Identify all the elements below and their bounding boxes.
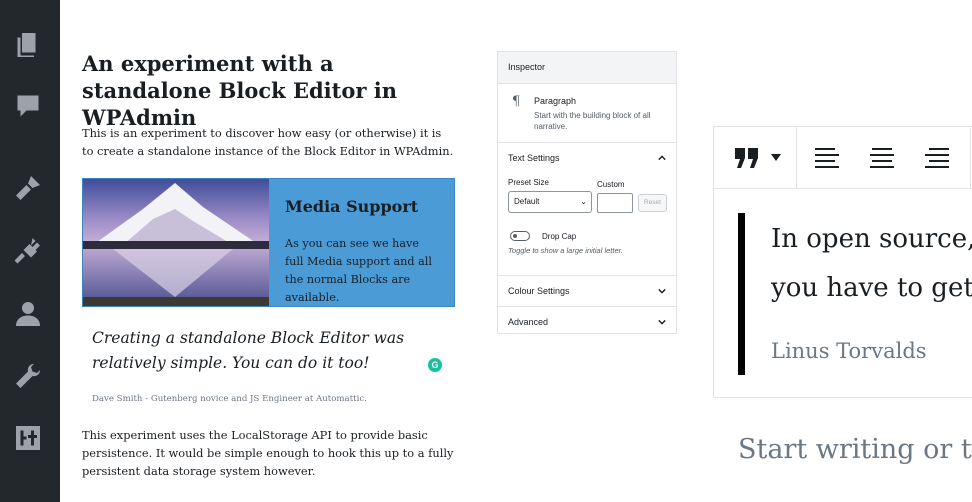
block-toolbar (714, 127, 972, 189)
comments-icon[interactable] (11, 89, 45, 123)
media-paragraph[interactable]: As you can see we have full Media suppor… (285, 235, 437, 307)
text-settings-toggle[interactable]: Text Settings (508, 153, 560, 163)
settings-icon[interactable] (11, 421, 45, 455)
intro-paragraph[interactable]: This is an experiment to discover how ea… (82, 124, 454, 160)
align-right-icon (925, 148, 949, 168)
align-right-button[interactable] (924, 143, 950, 173)
grammarly-icon[interactable]: G (428, 358, 442, 372)
pullquote-text[interactable]: Creating a standalone Block Editor was r… (92, 326, 432, 376)
media-text-block[interactable]: Media Support As you can see we have ful… (82, 178, 455, 307)
zoomed-quote-text[interactable]: In open source, you have to get (771, 215, 972, 313)
chevron-up-icon[interactable] (658, 154, 666, 162)
block-name: Paragraph (534, 96, 577, 106)
block-description: Start with the building block of all nar… (534, 111, 651, 131)
outro-paragraph[interactable]: This experiment uses the LocalStorage AP… (82, 426, 454, 480)
post-title[interactable]: An experiment with a standalone Block Ed… (82, 50, 462, 131)
quote-citation[interactable]: Dave Smith - Gutenberg novice and JS Eng… (92, 394, 367, 404)
paragraph-icon: ¶ (512, 94, 521, 109)
block-switcher-button[interactable] (728, 143, 786, 173)
align-center-button[interactable] (869, 143, 895, 173)
chevron-down-icon[interactable] (658, 318, 666, 326)
drop-cap-toggle[interactable] (510, 231, 530, 241)
mountain-image (83, 179, 269, 306)
chevron-down-icon[interactable] (658, 287, 666, 295)
tools-icon[interactable] (11, 359, 45, 393)
align-left-icon (815, 148, 839, 168)
text-settings-panel: Text Settings Preset Size Custom Default… (498, 143, 676, 276)
users-icon[interactable] (11, 297, 45, 331)
zoomed-quote-citation[interactable]: Linus Torvalds (771, 339, 927, 363)
default-block-placeholder[interactable]: Start writing or typ (738, 434, 972, 465)
preset-size-label: Preset Size (508, 178, 549, 187)
appearance-icon[interactable] (11, 171, 45, 205)
preset-size-select[interactable]: Default ⌄ (508, 191, 592, 213)
reset-button[interactable]: Reset (638, 194, 667, 212)
caret-down-icon (770, 154, 781, 161)
colour-settings-panel[interactable]: Colour Settings (498, 276, 676, 307)
quote-icon (734, 148, 758, 168)
pages-icon[interactable] (11, 28, 45, 62)
inspector-panel: Inspector ¶ Paragraph Start with the bui… (497, 51, 677, 334)
zoomed-quote-block[interactable]: In open source, you have to get Linus To… (713, 126, 972, 398)
drop-cap-label: Drop Cap (542, 232, 577, 241)
custom-size-input[interactable] (597, 193, 633, 213)
custom-size-label: Custom (597, 180, 625, 189)
block-card: ¶ Paragraph Start with the building bloc… (498, 84, 676, 143)
inspector-title: Inspector (498, 52, 676, 84)
align-left-button[interactable] (814, 143, 840, 173)
plugins-icon[interactable] (11, 233, 45, 267)
align-center-icon (870, 148, 894, 168)
admin-sidebar (0, 0, 60, 502)
chevron-down-icon: ⌄ (580, 197, 587, 206)
drop-cap-help: Toggle to show a large initial letter. (508, 246, 623, 255)
media-heading[interactable]: Media Support (285, 197, 418, 216)
quote-border (738, 213, 745, 375)
advanced-panel[interactable]: Advanced (498, 307, 676, 337)
